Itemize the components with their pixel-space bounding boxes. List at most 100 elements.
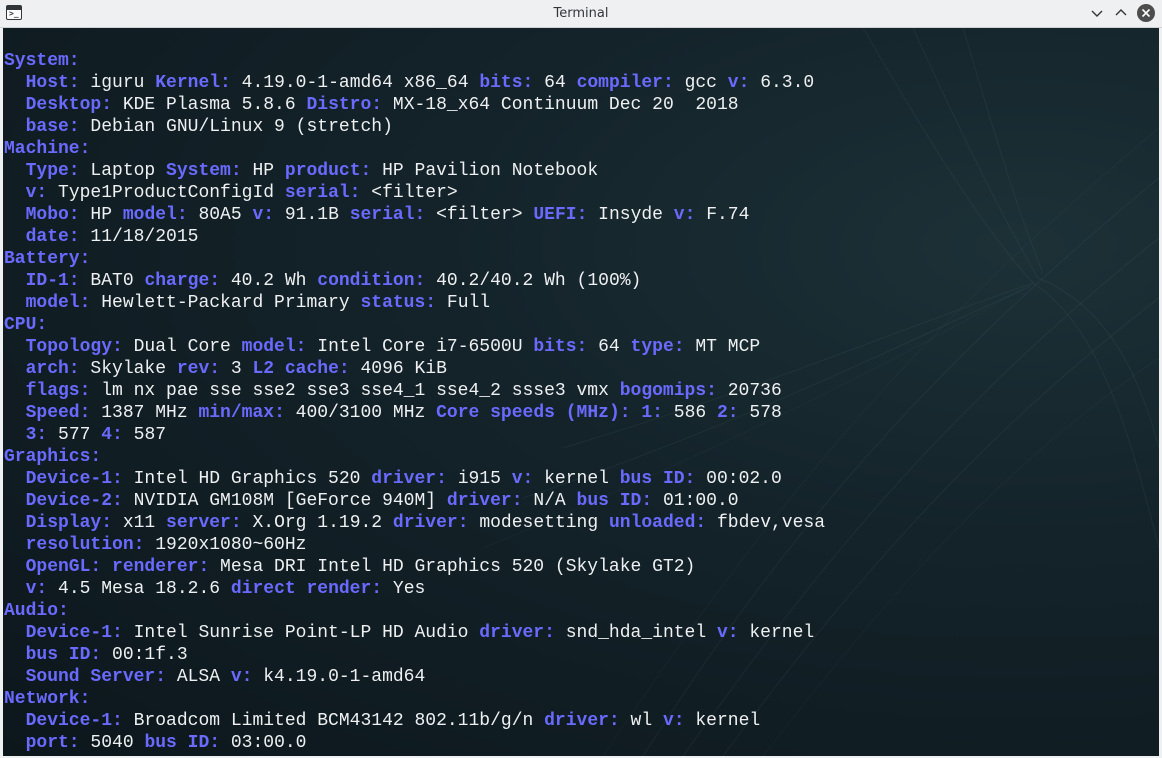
field-value: modesetting: [468, 513, 609, 533]
field-label: renderer:: [112, 557, 210, 577]
field-label: driver:: [479, 623, 555, 643]
field-value: 4.5 Mesa 18.2.6: [47, 579, 231, 599]
field-label: bits:: [533, 337, 588, 357]
minimize-button[interactable]: [1088, 4, 1106, 22]
field-label: condition:: [317, 271, 426, 291]
field-value: ALSA: [166, 667, 231, 687]
field-value: [101, 557, 112, 577]
close-button[interactable]: [1137, 4, 1155, 22]
terminal-line: Display: x11 server: X.Org 1.19.2 driver…: [4, 512, 825, 534]
field-label: OpenGL:: [4, 557, 102, 577]
field-value: 01:00.0: [652, 491, 739, 511]
field-label: flags:: [4, 381, 91, 401]
field-value: Intel HD Graphics 520: [122, 469, 372, 489]
field-value: Full: [436, 293, 491, 313]
field-value: x11: [112, 513, 167, 533]
field-label: v:: [230, 667, 253, 687]
field-label: Distro:: [306, 95, 383, 115]
field-value: 1387 MHz: [90, 403, 199, 423]
field-label: System:: [166, 161, 242, 181]
field-value: Insyde: [587, 205, 674, 225]
field-value: 4.19.0-1-amd64 x86_64: [230, 73, 480, 93]
terminal-line: ID-1: BAT0 charge: 40.2 Wh condition: 40…: [4, 270, 825, 292]
field-label: Device-2:: [4, 491, 123, 511]
terminal-line: Mobo: HP model: 80A5 v: 91.1B serial: <f…: [4, 204, 825, 226]
field-label: port:: [4, 733, 80, 753]
field-label: ID-1:: [4, 271, 80, 291]
field-label: v:: [25, 579, 48, 599]
close-icon: [1141, 8, 1151, 18]
field-value: 00:02.0: [695, 469, 782, 489]
field-label: Desktop:: [4, 95, 113, 115]
field-label: Network:: [4, 689, 91, 709]
field-label: v:: [673, 205, 696, 225]
field-label: model:: [122, 205, 188, 225]
field-value: [631, 403, 642, 423]
terminal-line: base: Debian GNU/Linux 9 (stretch): [4, 116, 825, 138]
field-label: Type:: [4, 161, 80, 181]
maximize-button[interactable]: [1112, 4, 1130, 22]
terminal-line: CPU:: [4, 314, 825, 336]
terminal-line: Desktop: KDE Plasma 5.8.6 Distro: MX-18_…: [4, 94, 825, 116]
field-label: bus ID:: [144, 733, 221, 753]
field-value: 40.2/40.2 Wh (100%): [425, 271, 642, 291]
field-label: L2 cache:: [252, 359, 350, 379]
field-value: Hewlett-Packard Primary: [90, 293, 361, 313]
terminal-line: Audio:: [4, 600, 825, 622]
field-label: Device-1:: [4, 623, 123, 643]
field-value: kernel: [738, 623, 815, 643]
field-label: 4:: [101, 425, 123, 445]
field-value: kernel: [533, 469, 620, 489]
field-label: serial:: [349, 205, 426, 225]
terminal-line: Battery:: [4, 248, 825, 270]
terminal-output-area[interactable]: System: Host: iguru Kernel: 4.19.0-1-amd…: [3, 28, 1159, 756]
terminal-line: bus ID: 00:1f.3: [4, 644, 825, 666]
field-label: server:: [166, 513, 242, 533]
field-label: type:: [630, 337, 685, 357]
field-value: HP Pavilion Notebook: [371, 161, 599, 181]
terminal-line: 3: 577 4: 587: [4, 424, 825, 446]
field-label: Device-1:: [4, 469, 123, 489]
field-label: Audio:: [4, 601, 69, 621]
field-value: kernel: [684, 711, 761, 731]
field-label: Topology:: [4, 337, 123, 357]
field-value: KDE Plasma 5.8.6: [112, 95, 307, 115]
terminal-line: Type: Laptop System: HP product: HP Pavi…: [4, 160, 825, 182]
field-label: date:: [4, 227, 80, 247]
field-label: resolution:: [4, 535, 145, 555]
field-label: driver:: [446, 491, 523, 511]
terminal-line: Device-1: Broadcom Limited BCM43142 802.…: [4, 710, 825, 732]
field-value: i915: [446, 469, 512, 489]
field-value: 577: [47, 425, 102, 445]
terminal-line: Machine:: [4, 138, 825, 160]
field-label: rev:: [176, 359, 221, 379]
terminal-line: v: 4.5 Mesa 18.2.6 direct render: Yes: [4, 578, 825, 600]
field-value: 03:00.0: [220, 733, 307, 753]
terminal-line: Graphics:: [4, 446, 825, 468]
field-label: v:: [716, 623, 739, 643]
field-label: Mobo:: [4, 205, 80, 225]
field-label: bus ID:: [4, 645, 102, 665]
field-value: Dual Core: [122, 337, 242, 357]
field-label: v:: [511, 469, 534, 489]
field-label: Battery:: [4, 249, 91, 269]
terminal-line: v: Type1ProductConfigId serial: <filter>: [4, 182, 825, 204]
field-value: MX-18_x64 Continuum Dec 20 2018: [382, 95, 739, 115]
field-value: fbdev,vesa: [706, 513, 826, 533]
field-value: k4.19.0-1-amd64: [252, 667, 426, 687]
title-bar[interactable]: >_ Terminal: [0, 0, 1162, 28]
field-value: 11/18/2015: [79, 227, 199, 247]
field-label: direct render:: [230, 579, 383, 599]
field-value: <filter>: [425, 205, 534, 225]
terminal-line: Device-1: Intel Sunrise Point-LP HD Audi…: [4, 622, 825, 644]
field-label: Kernel:: [155, 73, 231, 93]
field-label: Machine:: [4, 139, 91, 159]
field-value: 3: [220, 359, 253, 379]
field-label: CPU:: [4, 315, 48, 335]
field-value: [4, 579, 26, 599]
chevron-down-icon: [1091, 10, 1103, 17]
field-value: 91.1B: [274, 205, 350, 225]
inxi-system-info-output: System: Host: iguru Kernel: 4.19.0-1-amd…: [4, 50, 825, 754]
field-value: N/A: [522, 491, 577, 511]
terminal-line: resolution: 1920x1080~60Hz: [4, 534, 825, 556]
